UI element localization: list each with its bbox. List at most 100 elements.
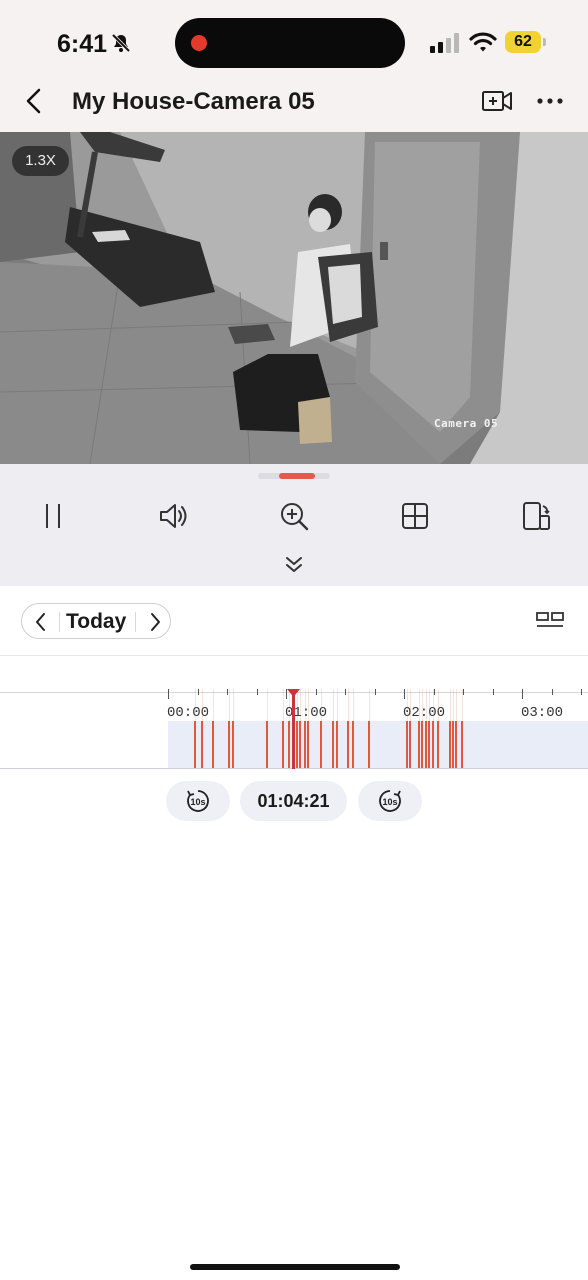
record-video-icon[interactable] [481,88,513,114]
timeline-tick [551,689,553,695]
motion-event-shadow [337,689,338,721]
motion-event-marker [296,721,298,768]
motion-event-shadow [213,689,214,721]
chevron-left-icon[interactable] [30,609,52,635]
home-indicator[interactable] [190,1264,400,1270]
camera-video-feed[interactable]: 1.3X Camera 05 [0,132,588,464]
timeline-tick [345,689,346,695]
motion-event-shadow [438,689,439,721]
pause-icon[interactable] [37,500,69,532]
playback-panel: Today 00:00 01:00 02:00 03:00 10s 01:04:… [0,586,588,1280]
rotate-screen-icon[interactable] [520,500,552,532]
status-time: 6:41 [57,30,108,58]
motion-event-marker [432,721,434,768]
control-bar [0,464,588,544]
battery-nub [543,38,546,46]
nav-header: My House-Camera 05 [0,86,588,132]
motion-event-shadow [429,689,430,721]
motion-event-marker [421,721,423,768]
motion-event-marker [428,721,430,768]
page-title: My House-Camera 05 [72,88,315,115]
rewind-10s-text: 10s [190,797,205,807]
motion-event-marker [304,721,306,768]
forward-10s-button[interactable]: 10s [358,781,422,821]
motion-event-shadow [410,689,411,721]
motion-event-shadow [333,689,334,721]
motion-event-marker [332,721,334,768]
back-icon[interactable] [22,86,46,118]
motion-event-shadow [450,689,451,721]
motion-event-shadow [407,689,408,721]
grid-icon[interactable] [399,500,431,532]
collapse-row [0,544,588,586]
timeline-tick [315,689,317,695]
timeline-track [168,721,588,768]
timeline-tick [404,689,405,699]
timeline-tick [286,689,287,699]
motion-event-marker [418,721,420,768]
timeline-tick [168,689,169,699]
rewind-10s-icon: 10s [187,790,209,812]
motion-event-marker [368,721,370,768]
date-label[interactable]: Today [66,610,126,634]
motion-event-shadow [229,689,230,721]
motion-event-marker [455,721,457,768]
motion-event-marker [336,721,338,768]
zoom-in-icon[interactable] [278,500,310,532]
timeline[interactable]: 00:00 01:00 02:00 03:00 [0,689,588,769]
chevron-right-icon[interactable] [144,609,166,635]
chevron-double-down-icon[interactable] [282,554,306,576]
motion-event-marker [299,721,301,768]
camera-scene [0,132,588,464]
motion-event-marker [194,721,196,768]
motion-event-shadow [195,689,196,721]
motion-event-marker [212,721,214,768]
motion-event-marker [437,721,439,768]
motion-event-marker [352,721,354,768]
motion-event-marker [461,721,463,768]
motion-event-marker [266,721,268,768]
timeline-tick [581,689,582,695]
motion-event-shadow [308,689,309,721]
motion-event-marker [232,721,234,768]
motion-event-shadow [369,689,370,721]
motion-event-shadow [433,689,434,721]
date-selector: Today [21,603,171,639]
motion-event-shadow [353,689,354,721]
more-icon[interactable] [534,88,566,114]
motion-event-shadow [289,689,290,721]
zoom-level-badge: 1.3X [12,146,69,176]
motion-event-shadow [456,689,457,721]
current-time[interactable]: 01:04:21 [240,781,347,821]
motion-event-shadow [321,689,322,721]
motion-event-shadow [283,689,284,721]
motion-event-shadow [462,689,463,721]
motion-event-shadow [305,689,306,721]
motion-event-marker [347,721,349,768]
motion-event-shadow [233,689,234,721]
volume-icon[interactable] [157,500,189,532]
camera-overlay-label: Camera 05 [434,417,499,430]
layout-icon[interactable] [535,610,565,632]
timeline-tick [522,689,523,699]
dynamic-island [175,18,405,68]
rewind-10s-button[interactable]: 10s [166,781,230,821]
motion-event-marker [409,721,411,768]
playhead[interactable] [292,689,295,769]
motion-event-marker [452,721,454,768]
timeline-tick [256,689,258,695]
timeline-tick [227,689,228,695]
battery-icon: 62 [505,31,541,53]
motion-event-marker [320,721,322,768]
motion-event-marker [406,721,408,768]
motion-event-marker [282,721,284,768]
status-bar: 6:41 62 [0,0,588,86]
timeline-tick [463,689,464,695]
motion-event-shadow [419,689,420,721]
signal-icon [430,33,459,53]
timeline-tick [197,689,199,695]
motion-event-shadow [300,689,301,721]
motion-event-shadow [297,689,298,721]
motion-event-marker [425,721,427,768]
forward-10s-text: 10s [382,797,397,807]
